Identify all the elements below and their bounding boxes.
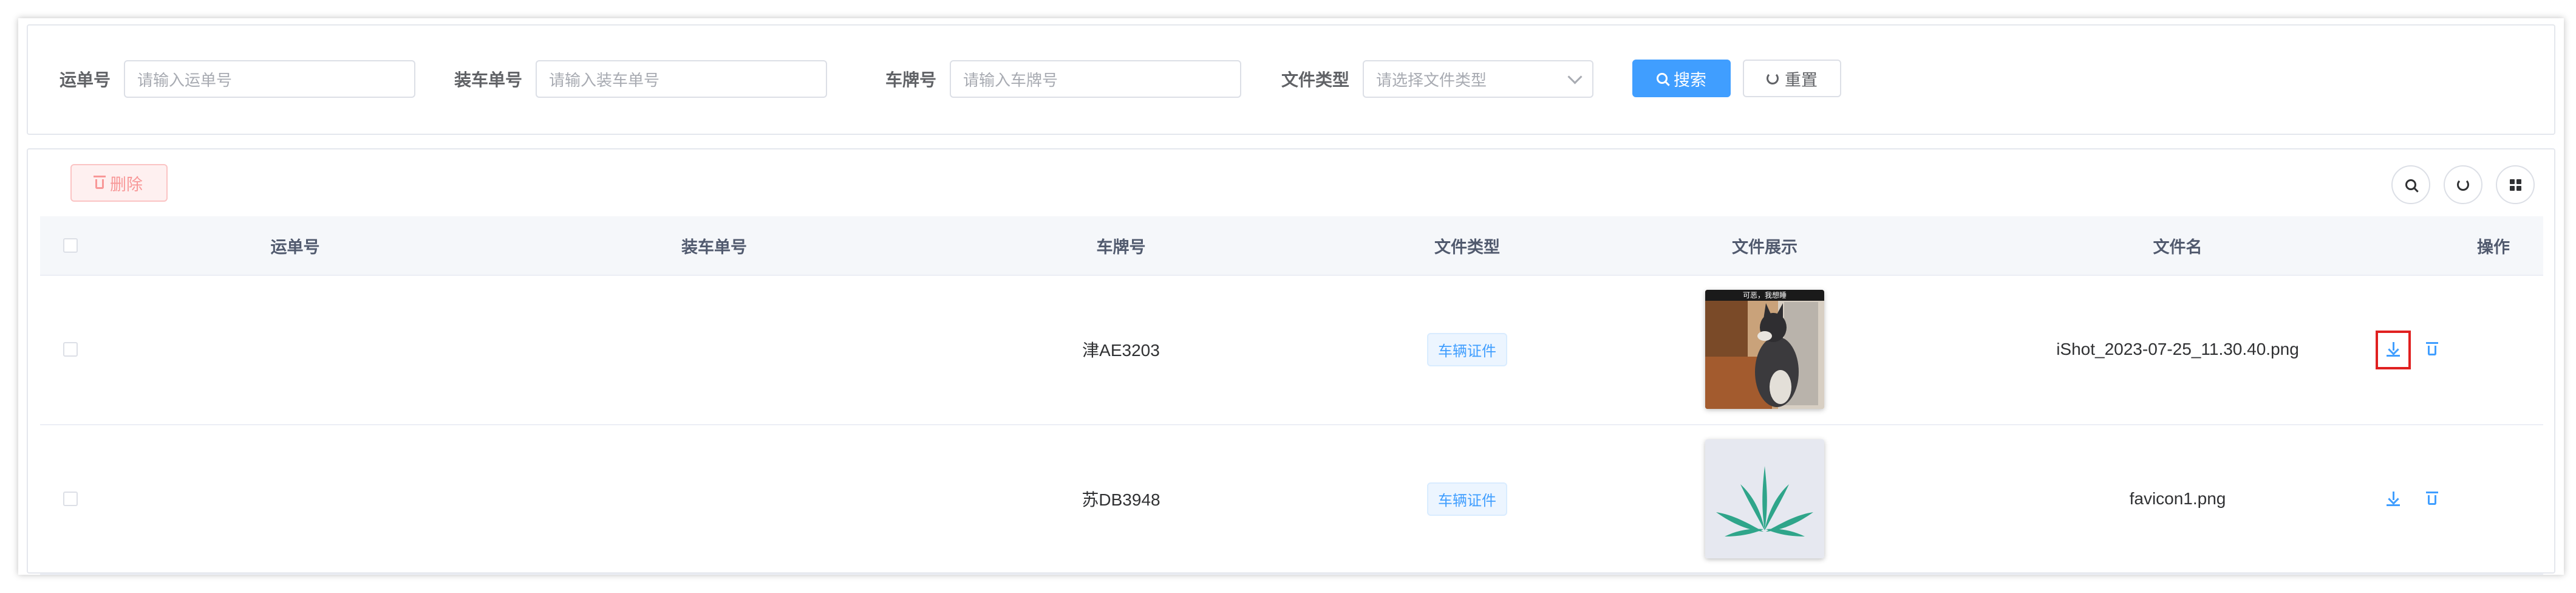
row-checkbox[interactable] [63, 492, 78, 506]
loading-no-cell [514, 424, 915, 574]
header-file-preview: 文件展示 [1732, 238, 1797, 256]
file-preview-cell [1619, 424, 1910, 574]
toggle-search-button[interactable] [2391, 165, 2430, 204]
plate-input[interactable]: 请输入车牌号 [950, 60, 1242, 98]
plate-cell: 苏DB3948 [1082, 490, 1160, 509]
reset-button-label: 重置 [1785, 70, 1818, 89]
search-panel: 运单号 请输入运单号 装车单号 请输入装车单号 车牌号 请输入车牌号 文件类型 … [27, 24, 2555, 135]
loading-field: 装车单号 请输入装车单号 [454, 60, 828, 98]
app-window: 运单号 请输入运单号 装车单号 请输入装车单号 车牌号 请输入车牌号 文件类型 … [18, 18, 2564, 575]
waybill-cell [101, 275, 489, 424]
select-all-checkbox[interactable] [63, 238, 78, 253]
search-button[interactable]: 搜索 [1632, 60, 1731, 97]
leaf-logo-image [1705, 439, 1824, 558]
download-icon [2387, 492, 2400, 506]
chevron-down-icon [1567, 69, 1583, 84]
download-button[interactable] [2385, 491, 2401, 507]
table-header: 运单号 装车单号 车牌号 文件类型 文件展示 文件名 操作 [40, 216, 2543, 276]
download-highlight-box [2376, 331, 2411, 369]
table-row: 津AE3203 车辆证件 可恶，我想睡 iShot_2023-07-25_11.… [40, 275, 2543, 425]
trash-icon [2426, 342, 2438, 355]
header-plate: 车牌号 [1096, 238, 1146, 256]
grid-icon [2509, 179, 2521, 191]
loading-input[interactable]: 请输入装车单号 [536, 60, 828, 98]
file-type-cell: 车辆证件 [1334, 424, 1601, 574]
row-checkbox[interactable] [63, 342, 78, 357]
plate-label: 车牌号 [885, 70, 937, 89]
dog-photo-image [1705, 290, 1824, 409]
preview-caption: 可恶，我想睡 [1742, 291, 1787, 300]
trash-icon [2426, 492, 2438, 505]
waybill-input[interactable]: 请输入运单号 [124, 60, 416, 98]
header-checkbox-cell [58, 216, 83, 275]
delete-row-button[interactable] [2424, 341, 2440, 357]
filetype-select[interactable]: 请选择文件类型 [1363, 60, 1594, 98]
delete-row-button[interactable] [2424, 491, 2440, 507]
filetype-field: 文件类型 请选择文件类型 [1281, 60, 1594, 98]
delete-button-label: 删除 [110, 175, 143, 194]
header-waybill: 运单号 [270, 238, 320, 256]
loading-label: 装车单号 [454, 70, 523, 89]
search-icon [2405, 179, 2416, 190]
file-type-cell: 车辆证件 [1334, 275, 1601, 424]
search-button-label: 搜索 [1674, 70, 1706, 89]
header-loading-no: 装车单号 [681, 238, 747, 256]
file-preview-image[interactable]: 可恶，我想睡 [1705, 290, 1824, 409]
waybill-label: 运单号 [60, 70, 111, 89]
delete-button[interactable]: 删除 [70, 164, 168, 202]
plate-field: 车牌号 请输入车牌号 [885, 60, 1242, 98]
plate-cell: 津AE3203 [1082, 341, 1160, 360]
loading-no-cell [514, 275, 915, 424]
header-actions: 操作 [2477, 238, 2510, 256]
row-checkbox-cell [58, 275, 83, 424]
search-icon [1657, 73, 1668, 84]
header-file-type: 文件类型 [1434, 238, 1500, 256]
waybill-field: 运单号 请输入运单号 [60, 60, 416, 98]
waybill-placeholder: 请输入运单号 [137, 70, 233, 89]
reset-button[interactable]: 重置 [1743, 60, 1841, 97]
trash-icon [94, 176, 106, 189]
refresh-icon [1767, 72, 1779, 84]
file-name-cell: favicon1.png [2129, 489, 2226, 508]
table-row: 苏DB3948 车辆证件 favicon1.png [40, 424, 2543, 575]
row-checkbox-cell [58, 424, 83, 574]
file-type-tag: 车辆证件 [1427, 332, 1507, 366]
column-settings-button[interactable] [2496, 165, 2535, 204]
file-type-tag: 车辆证件 [1427, 482, 1507, 516]
loading-placeholder: 请输入装车单号 [549, 70, 660, 89]
file-preview-cell: 可恶，我想睡 [1619, 275, 1910, 424]
refresh-table-button[interactable] [2444, 165, 2482, 204]
filetype-label: 文件类型 [1281, 70, 1350, 89]
file-name-cell: iShot_2023-07-25_11.30.40.png [2056, 340, 2299, 358]
filetype-placeholder: 请选择文件类型 [1376, 70, 1487, 89]
waybill-cell [101, 424, 489, 574]
file-preview-image[interactable] [1705, 439, 1824, 558]
refresh-icon [2457, 179, 2469, 191]
plate-placeholder: 请输入车牌号 [963, 70, 1058, 89]
table-panel: 删除 运单号 装车单号 车牌号 文件类型 文件展示 文件名 操作 津AE3203… [27, 148, 2555, 575]
